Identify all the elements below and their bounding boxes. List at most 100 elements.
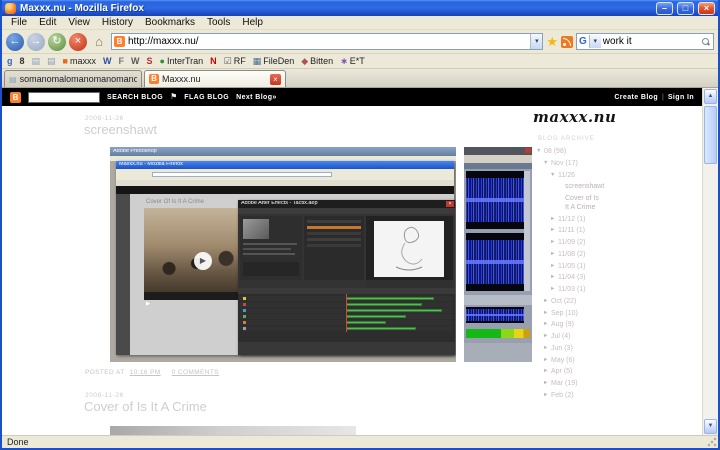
search-input[interactable]: G ▾ work it: [576, 33, 714, 50]
bookmark-item[interactable]: F: [119, 56, 125, 66]
bookmark-item[interactable]: ∗ E*T: [340, 56, 365, 66]
post-image-partial[interactable]: [110, 426, 356, 435]
menu-item[interactable]: History: [96, 17, 139, 28]
post-title[interactable]: Cover of Is It A Crime: [84, 399, 207, 414]
post-time-link[interactable]: 10:16 PM: [130, 369, 161, 376]
bookmark-item[interactable]: ▤: [47, 56, 56, 66]
archive-item[interactable]: ► 11/09 (2): [536, 239, 602, 248]
bookmark-item[interactable]: S: [147, 56, 153, 66]
bookmark-item[interactable]: ☑ RF: [224, 56, 246, 66]
archive-toggle-icon[interactable]: ►: [550, 274, 556, 283]
scroll-up-icon[interactable]: ▲: [704, 89, 717, 104]
tab-close-icon[interactable]: ×: [270, 73, 281, 85]
maximize-button[interactable]: □: [677, 1, 694, 15]
archive-item[interactable]: ► 11/08 (2): [536, 251, 602, 260]
stop-button[interactable]: ×: [69, 32, 87, 51]
archive-item[interactable]: ► 11/04 (3): [536, 274, 602, 283]
sign-in-link[interactable]: Sign In: [668, 94, 694, 101]
bookmark-item[interactable]: ◆ Bitten: [301, 56, 333, 66]
archive-toggle-icon[interactable]: ▼: [536, 148, 542, 157]
archive-item[interactable]: ▼ 11/26: [536, 172, 602, 181]
bookmark-item[interactable]: ▤: [32, 56, 41, 66]
bookmark-item[interactable]: 8: [20, 56, 25, 66]
back-button[interactable]: ←: [6, 32, 24, 51]
flag-blog-button[interactable]: FLAG BLOG: [184, 94, 229, 101]
forward-button[interactable]: →: [27, 32, 45, 51]
search-engine-dropdown-icon[interactable]: ▾: [588, 35, 601, 48]
archive-item[interactable]: ► 11/12 (1): [536, 216, 602, 225]
archive-item[interactable]: ► 11/03 (1): [536, 286, 602, 295]
archive-item[interactable]: ▼ 08 (98): [536, 148, 602, 157]
archive-toggle-icon[interactable]: ▼: [543, 160, 549, 169]
tab-bar: ▤ somanomalomanomanomanomanoma B Maxxx.n…: [2, 69, 718, 88]
comments-link[interactable]: 0 COMMENTS: [172, 369, 219, 376]
archive-item[interactable]: ► Apr (5): [536, 368, 602, 377]
close-button[interactable]: ×: [698, 1, 715, 15]
archive-item[interactable]: ▼ Nov (17): [536, 160, 602, 169]
archive-item[interactable]: ► Feb (2): [536, 392, 602, 401]
archive-item[interactable]: Cover of Is It A Crime: [536, 195, 602, 213]
scrollbar-thumb[interactable]: [704, 106, 717, 164]
post-image-screenshot[interactable]: Adobe Photoshop Maxxx.nu - Mozilla Firef…: [110, 147, 532, 362]
menu-item[interactable]: View: [62, 17, 96, 28]
menu-item[interactable]: Edit: [33, 17, 62, 28]
tab-somanomaloma[interactable]: ▤ somanomalomanomanomanomanoma: [4, 70, 142, 87]
archive-toggle-icon[interactable]: [557, 195, 563, 213]
bookmark-item[interactable]: g: [7, 56, 13, 66]
minimize-button[interactable]: –: [656, 1, 673, 15]
archive-item[interactable]: ► Mar (19): [536, 380, 602, 389]
archive-toggle-icon[interactable]: ▼: [550, 172, 556, 181]
archive-toggle-icon[interactable]: ►: [543, 368, 549, 377]
bookmark-item[interactable]: W: [103, 56, 112, 66]
post-title[interactable]: screenshawt: [84, 122, 157, 137]
archive-toggle-icon[interactable]: ►: [543, 333, 549, 342]
archive-item[interactable]: ► May (6): [536, 357, 602, 366]
archive-item[interactable]: ► 11/11 (1): [536, 227, 602, 236]
archive-toggle-icon[interactable]: [557, 183, 563, 192]
scroll-down-icon[interactable]: ▼: [704, 419, 717, 434]
url-history-dropdown-icon[interactable]: ▾: [530, 34, 543, 49]
reload-button[interactable]: ↻: [48, 32, 66, 51]
archive-toggle-icon[interactable]: ►: [550, 263, 556, 272]
menu-item[interactable]: Bookmarks: [139, 17, 201, 28]
archive-toggle-icon[interactable]: ►: [543, 321, 549, 330]
bookmark-item[interactable]: ■ maxxx: [63, 56, 96, 66]
archive-toggle-icon[interactable]: ►: [543, 392, 549, 401]
blog-search-input[interactable]: [28, 91, 100, 103]
archive-toggle-icon[interactable]: ►: [543, 357, 549, 366]
archive-item[interactable]: ► Aug (9): [536, 321, 602, 330]
archive-item[interactable]: ► Jun (3): [536, 345, 602, 354]
archive-item[interactable]: ► 11/05 (1): [536, 263, 602, 272]
next-blog-link[interactable]: Next Blog»: [236, 94, 277, 101]
rss-feed-icon[interactable]: [561, 35, 573, 48]
archive-toggle-icon[interactable]: ►: [550, 227, 556, 236]
archive-toggle-icon[interactable]: ►: [550, 239, 556, 248]
bookmark-item[interactable]: W: [131, 56, 140, 66]
archive-toggle-icon[interactable]: ►: [543, 310, 549, 319]
archive-toggle-icon[interactable]: ►: [550, 216, 556, 225]
archive-item[interactable]: screenshawt: [536, 183, 604, 192]
archive-item[interactable]: ► Jul (4): [536, 333, 602, 342]
bookmark-item[interactable]: N: [210, 56, 217, 66]
resize-grip[interactable]: [706, 436, 717, 447]
archive-toggle-icon[interactable]: ►: [550, 251, 556, 260]
archive-item[interactable]: ► Oct (22): [536, 298, 602, 307]
home-button[interactable]: ⌂: [90, 33, 108, 51]
menu-item[interactable]: Tools: [201, 17, 236, 28]
archive-item[interactable]: ► Sep (10): [536, 310, 602, 319]
menu-item[interactable]: Help: [236, 17, 269, 28]
url-bar[interactable]: B http://maxxx.nu/ ▾: [111, 33, 544, 50]
menu-item[interactable]: File: [5, 17, 33, 28]
archive-toggle-icon[interactable]: ►: [543, 380, 549, 389]
search-blog-button[interactable]: SEARCH BLOG: [107, 94, 163, 101]
bookmark-item[interactable]: ▦ FileDen: [253, 56, 295, 66]
archive-toggle-icon[interactable]: ►: [550, 286, 556, 295]
vertical-scrollbar[interactable]: ▲ ▼: [702, 88, 718, 435]
bookmark-star-icon[interactable]: ★: [546, 35, 558, 48]
archive-toggle-icon[interactable]: ►: [543, 345, 549, 354]
archive-toggle-icon[interactable]: ►: [543, 298, 549, 307]
magnifier-icon[interactable]: [701, 37, 711, 47]
create-blog-link[interactable]: Create Blog: [614, 94, 658, 101]
tab-maxxx-nu[interactable]: B Maxxx.nu ×: [144, 70, 286, 87]
bookmark-item[interactable]: ● InterTran: [160, 56, 204, 66]
